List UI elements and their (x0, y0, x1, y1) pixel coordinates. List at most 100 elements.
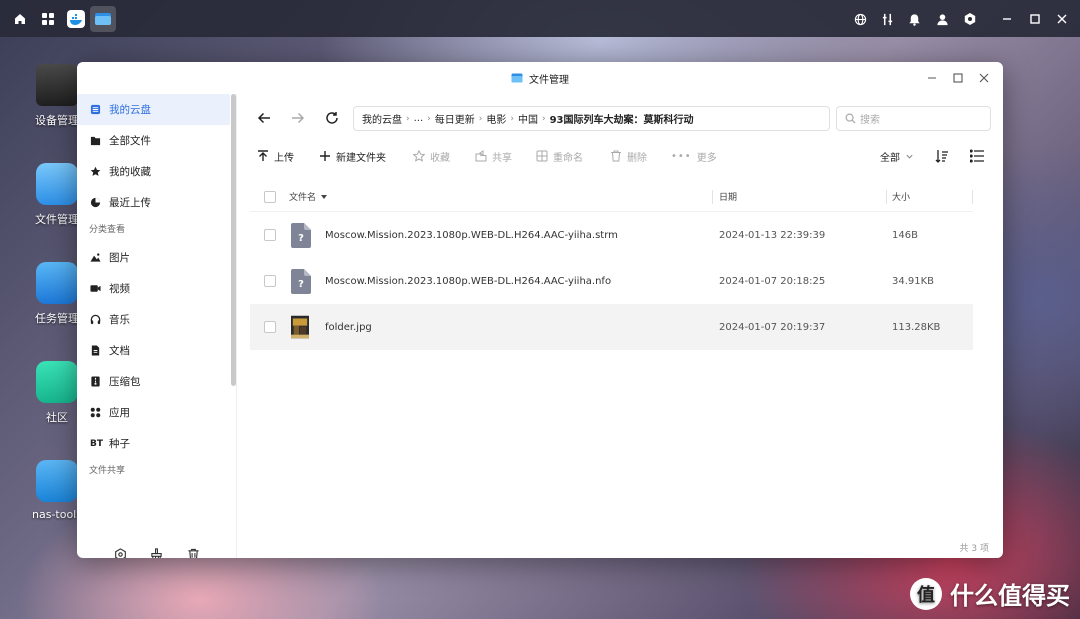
trash-icon (611, 150, 621, 162)
breadcrumb: 我的云盘 › ... › 每日更新 › 电影 › 中国 › 93国际列车大劫案：… (353, 106, 830, 131)
delete-label: 删除 (627, 152, 647, 164)
sidebar-item-music[interactable]: 音乐 (77, 304, 236, 335)
favorite-label: 收藏 (430, 152, 450, 164)
rename-button[interactable]: 重命名 (536, 147, 583, 165)
refresh-icon[interactable] (322, 108, 342, 128)
smile-icon (36, 361, 78, 403)
trash-icon[interactable] (187, 548, 200, 558)
upload-button[interactable]: 上传 (257, 147, 294, 165)
chevron-right-icon: › (427, 113, 431, 124)
table-row[interactable]: folder.jpg 2024-01-07 20:19:37 113.28KB (250, 304, 973, 350)
file-name: Moscow.Mission.2023.1080p.WEB-DL.H264.AA… (325, 229, 618, 241)
close-icon[interactable] (1049, 6, 1075, 32)
chevron-right-icon: › (510, 113, 514, 124)
watermark-text: 什么值得买 (950, 582, 1070, 610)
sidebar-item-videos[interactable]: 视频 (77, 273, 236, 304)
sidebar-item-favorites[interactable]: 我的收藏 (77, 156, 236, 187)
sort-icon[interactable] (935, 147, 949, 165)
sidebar-item-label: 文档 (109, 345, 130, 357)
sidebar-bottom-actions (77, 548, 237, 558)
window-titlebar: 文件管理 (77, 62, 1003, 94)
column-header-date[interactable]: 日期 (719, 190, 737, 203)
apps-grid-icon[interactable] (35, 6, 61, 32)
settings-gear-icon[interactable] (957, 6, 983, 32)
share-button[interactable]: 共享 (475, 147, 512, 165)
breadcrumb-item[interactable]: ... (414, 113, 424, 124)
sidebar-item-all-files[interactable]: 全部文件 (77, 125, 236, 156)
file-manager-icon (511, 73, 523, 83)
table-row[interactable]: ? Moscow.Mission.2023.1080p.WEB-DL.H264.… (250, 258, 973, 304)
sidebar-item-archives[interactable]: 压缩包 (77, 366, 236, 397)
file-name: folder.jpg (325, 321, 372, 333)
desktop-icon-label: 社区 (46, 411, 68, 424)
select-all-checkbox[interactable] (264, 190, 276, 203)
column-divider[interactable] (972, 190, 973, 204)
window-minimize-icon[interactable] (919, 70, 945, 86)
window-maximize-icon[interactable] (945, 70, 971, 86)
favorite-button[interactable]: 收藏 (413, 147, 450, 165)
toolbar: 上传 新建文件夹 收藏 共享 重命名 删除 ••• 更多 全部 (238, 142, 1003, 170)
sidebar-scrollbar[interactable] (231, 94, 236, 386)
sidebar-item-recent-uploads[interactable]: 最近上传 (77, 187, 236, 218)
sidebar-item-my-cloud[interactable]: 我的云盘 (77, 94, 230, 125)
minimize-icon[interactable] (994, 6, 1020, 32)
globe-icon[interactable] (847, 6, 873, 32)
image-thumbnail (291, 315, 309, 339)
window-close-icon[interactable] (971, 70, 997, 86)
sidebar-item-apps[interactable]: 应用 (77, 397, 236, 428)
device-manager-icon (36, 64, 78, 106)
column-divider[interactable] (886, 190, 887, 204)
sidebar-item-images[interactable]: 图片 (77, 242, 236, 273)
row-checkbox[interactable] (264, 275, 276, 287)
filter-label: 全部 (880, 152, 900, 164)
svg-text:?: ? (298, 279, 304, 290)
table-row[interactable]: ? Moscow.Mission.2023.1080p.WEB-DL.H264.… (250, 212, 973, 258)
sidebar-item-documents[interactable]: 文档 (77, 335, 236, 366)
file-manager-taskbar-icon[interactable] (90, 6, 116, 32)
forward-arrow-icon[interactable] (288, 108, 308, 128)
breadcrumb-current: 93国际列车大劫案：莫斯科行动 (549, 115, 694, 126)
rename-label: 重命名 (553, 152, 583, 164)
share-icon (475, 150, 487, 162)
breadcrumb-item[interactable]: 我的云盘 (362, 111, 402, 126)
file-date: 2024-01-07 20:19:37 (719, 321, 826, 333)
bell-icon[interactable] (901, 6, 927, 32)
settings-hex-icon[interactable] (114, 548, 127, 558)
chart-monitor-icon (36, 262, 78, 304)
back-arrow-icon[interactable] (254, 108, 274, 128)
row-checkbox[interactable] (264, 229, 276, 241)
column-header-size[interactable]: 大小 (892, 190, 910, 203)
docker-app-icon[interactable] (63, 6, 89, 32)
row-checkbox[interactable] (264, 321, 276, 333)
home-icon[interactable] (7, 6, 33, 32)
sidebar-item-torrents[interactable]: BT 种子 (77, 428, 236, 459)
apps-icon (90, 407, 101, 418)
folder-icon (36, 163, 78, 205)
column-header-name[interactable]: 文件名 (289, 190, 328, 203)
watermark: 值 什么值得买 (910, 576, 1070, 611)
breadcrumb-item[interactable]: 中国 (518, 111, 538, 126)
plus-icon (320, 151, 330, 161)
file-size: 34.91KB (892, 275, 935, 287)
cleanup-brush-icon[interactable] (150, 548, 163, 558)
maximize-icon[interactable] (1022, 6, 1048, 32)
list-view-icon[interactable] (970, 147, 984, 165)
bt-icon: BT (90, 438, 103, 449)
desktop-icon-label: 任务管理 (35, 312, 79, 325)
clock-pie-icon (90, 197, 101, 208)
sidebar-item-label: 最近上传 (109, 197, 151, 209)
breadcrumb-item[interactable]: 每日更新 (435, 111, 475, 126)
new-folder-button[interactable]: 新建文件夹 (319, 147, 386, 165)
column-divider[interactable] (712, 190, 713, 204)
search-input[interactable]: 搜索 (836, 106, 991, 131)
user-icon[interactable] (929, 6, 955, 32)
delete-button[interactable]: 删除 (610, 147, 647, 165)
filter-dropdown[interactable]: 全部 (880, 147, 914, 165)
sidebar-item-label: 全部文件 (109, 135, 151, 147)
breadcrumb-item[interactable]: 电影 (486, 111, 506, 126)
sidebar-item-label: 视频 (109, 283, 130, 295)
more-label: 更多 (696, 152, 717, 164)
equalizer-icon[interactable] (874, 6, 900, 32)
more-button[interactable]: ••• 更多 (671, 147, 717, 165)
upload-icon (258, 150, 268, 161)
